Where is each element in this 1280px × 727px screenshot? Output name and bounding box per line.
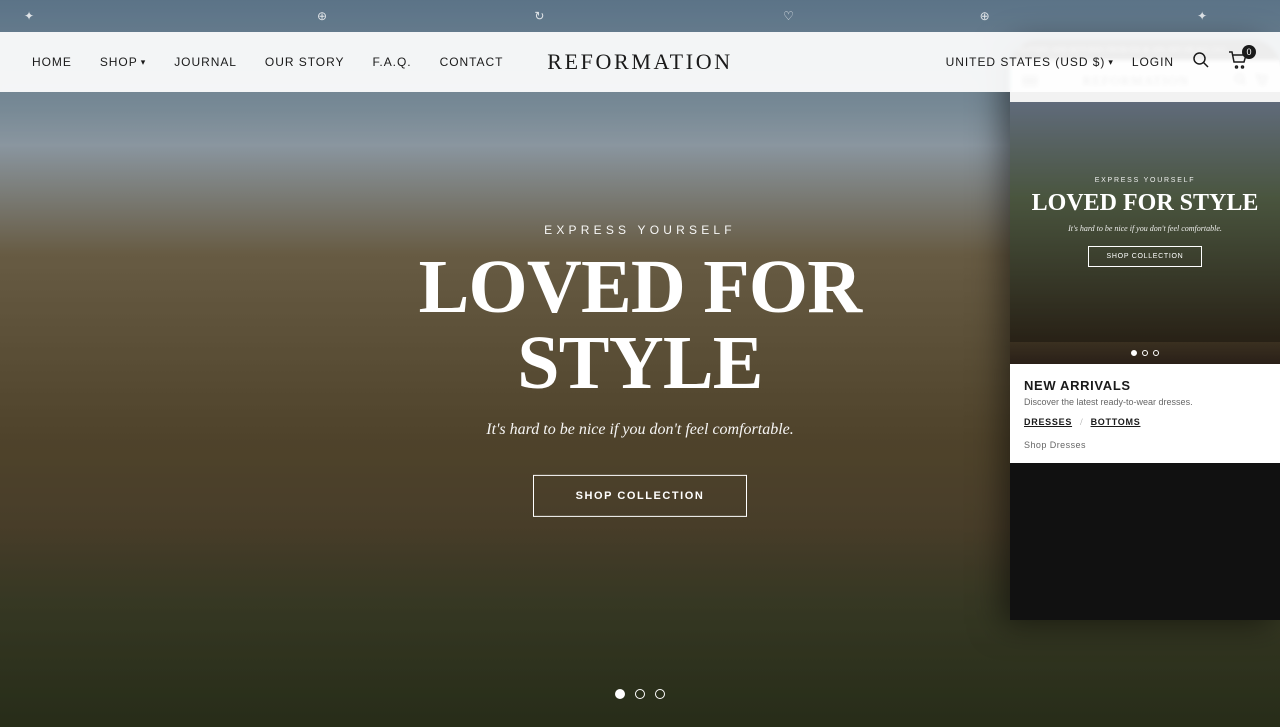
heart-icon: ♡ <box>783 9 794 24</box>
nav-right: UNITED STATES (USD $) ▾ LOGIN 0 <box>946 51 1248 74</box>
nav-currency[interactable]: UNITED STATES (USD $) ▾ <box>946 55 1114 69</box>
hero-content: EXPRESS YOURSELF LOVED FOR STYLE It's ha… <box>290 222 990 516</box>
phone-hero-title: LOVED FOR STYLE <box>1032 190 1259 216</box>
shop-collection-button[interactable]: SHOP COLLECTION <box>533 474 748 516</box>
return-icon: ↻ <box>534 9 545 24</box>
phone-hero-content: EXPRESS YOURSELF LOVED FOR STYLE It's ha… <box>1016 161 1275 283</box>
cart-icon[interactable]: 0 <box>1228 51 1248 74</box>
cart-count-badge: 0 <box>1242 45 1256 59</box>
new-arrivals-title: NEW ARRIVALS <box>1024 378 1266 393</box>
hero-section: ✦ FREE DELIVERY AND RETURNS FROM $30 ⊕ 1… <box>0 0 1280 727</box>
carousel-dots <box>615 689 665 699</box>
phone-hero-eyebrow: EXPRESS YOURSELF <box>1032 177 1259 184</box>
nav-journal[interactable]: JOURNAL <box>174 55 237 69</box>
phone-dot-1[interactable] <box>1131 350 1137 356</box>
nav-our-story[interactable]: OUR STORY <box>265 55 345 69</box>
hero-subtitle: It's hard to be nice if you don't feel c… <box>290 420 990 438</box>
tag-icon: ⊕ <box>317 9 328 24</box>
nav-shop[interactable]: SHOP ▾ <box>100 55 146 69</box>
carousel-dot-3[interactable] <box>655 689 665 699</box>
carousel-dot-2[interactable] <box>635 689 645 699</box>
phone-hero: EXPRESS YOURSELF LOVED FOR STYLE It's ha… <box>1010 102 1280 342</box>
phone-hero-subtitle: It's hard to be nice if you don't feel c… <box>1032 224 1259 233</box>
phone-dot-2[interactable] <box>1142 350 1148 356</box>
nav-login[interactable]: LOGIN <box>1132 55 1174 69</box>
navigation: HOME SHOP ▾ JOURNAL OUR STORY F.A.Q. CON… <box>0 32 1280 92</box>
phone-inner: ELIVERY AND RETURNS FROM $30 ⊕ 10% OFF O… <box>1010 40 1280 620</box>
phone-dot-3[interactable] <box>1153 350 1159 356</box>
site-logo[interactable]: REFORMATION <box>547 49 733 75</box>
hero-title: LOVED FOR STYLE <box>290 248 990 400</box>
package-icon: ✦ <box>24 9 35 24</box>
truck-icon: ✦ <box>1197 9 1208 24</box>
currency-chevron-icon: ▾ <box>1108 57 1113 68</box>
phone-carousel-dots <box>1010 342 1280 364</box>
phone-category-links: DRESSES / BOTTOMS <box>1024 417 1266 427</box>
nav-home[interactable]: HOME <box>32 55 72 69</box>
shop-chevron-icon: ▾ <box>141 57 146 68</box>
hero-eyebrow: EXPRESS YOURSELF <box>290 222 990 236</box>
new-arrivals-subtitle: Discover the latest ready-to-wear dresse… <box>1024 397 1266 407</box>
shop-dresses-link[interactable]: Shop Dresses <box>1024 440 1086 450</box>
dresses-link[interactable]: DRESSES <box>1024 417 1072 427</box>
phone-mockup: ELIVERY AND RETURNS FROM $30 ⊕ 10% OFF O… <box>1010 40 1280 620</box>
bottoms-link[interactable]: BOTTOMS <box>1091 417 1141 427</box>
carousel-dot-1[interactable] <box>615 689 625 699</box>
nav-left: HOME SHOP ▾ JOURNAL OUR STORY F.A.Q. CON… <box>32 55 503 69</box>
link-divider: / <box>1080 417 1083 427</box>
phone-bottom-card: NEW ARRIVALS Discover the latest ready-t… <box>1010 364 1280 463</box>
search-icon[interactable] <box>1192 51 1210 74</box>
phone-shop-collection-button[interactable]: SHOP COLLECTION <box>1088 246 1203 267</box>
nav-contact[interactable]: CONTACT <box>440 55 504 69</box>
tag-icon-2: ⊕ <box>980 9 991 24</box>
nav-faq[interactable]: F.A.Q. <box>372 55 411 69</box>
